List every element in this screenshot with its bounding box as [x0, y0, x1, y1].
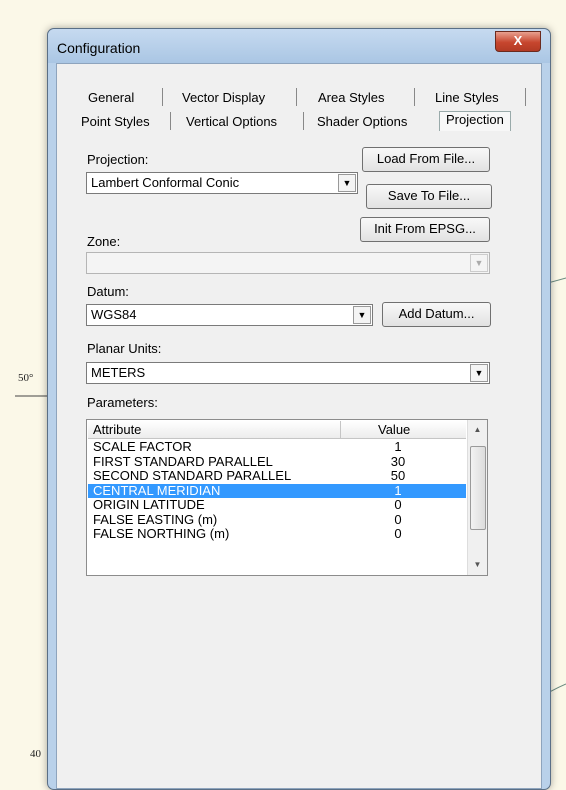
row-value: 50: [390, 468, 406, 483]
add-datum-button[interactable]: Add Datum...: [382, 302, 491, 327]
datum-value: WGS84: [91, 307, 137, 322]
row-attribute: FALSE NORTHING (m): [93, 526, 230, 541]
map-latitude-label-bottom: 40: [30, 748, 41, 760]
tab-area-styles[interactable]: Area Styles: [318, 90, 384, 105]
scroll-thumb[interactable]: [470, 446, 486, 530]
init-from-epsg-button[interactable]: Init From EPSG...: [360, 217, 490, 242]
table-row-selected[interactable]: CENTRAL MERIDIAN 1: [88, 482, 466, 498]
table-rows: SCALE FACTOR 1 FIRST STANDARD PARALLEL 30 …: [88, 440, 466, 542]
table-row[interactable]: SCALE FACTOR 1: [88, 440, 466, 455]
table-row[interactable]: FALSE EASTING (m) 0: [88, 511, 466, 528]
title-bar[interactable]: Configuration X: [48, 29, 550, 63]
tab-shader-options[interactable]: Shader Options: [317, 114, 407, 129]
table-row[interactable]: ORIGIN LATITUDE 0: [88, 498, 466, 513]
scroll-up-icon[interactable]: ▲: [468, 422, 487, 438]
projection-value: Lambert Conformal Conic: [91, 175, 240, 190]
row-value: 0: [394, 526, 402, 541]
parameters-table[interactable]: Attribute Value SCALE FACTOR 1 FIRST STAN…: [86, 419, 488, 576]
row-attribute: CENTRAL MERIDIAN: [93, 482, 221, 498]
close-button[interactable]: X: [495, 31, 541, 52]
map-latitude-label: 50°: [18, 372, 34, 384]
scroll-down-icon[interactable]: ▼: [468, 557, 487, 573]
column-header-attribute[interactable]: Attribute: [93, 422, 141, 437]
row-attribute: ORIGIN LATITUDE: [93, 497, 205, 512]
row-value: 0: [394, 497, 402, 512]
tab-point-styles[interactable]: Point Styles: [81, 114, 150, 129]
row-attribute: SECOND STANDARD PARALLEL: [93, 468, 292, 483]
row-attribute: FALSE EASTING (m): [93, 511, 218, 527]
zone-label: Zone:: [87, 234, 121, 249]
row-value: 30: [390, 453, 406, 469]
tab-vertical-options[interactable]: Vertical Options: [186, 114, 277, 129]
dialog-title: Configuration: [57, 40, 141, 56]
zone-select: ▼: [86, 252, 490, 274]
table-scrollbar[interactable]: ▲ ▼: [467, 420, 487, 575]
row-value: 1: [394, 482, 402, 498]
table-row[interactable]: SECOND STANDARD PARALLEL 50: [88, 469, 466, 484]
projection-label: Projection:: [87, 152, 149, 167]
tab-general[interactable]: General: [88, 90, 134, 105]
parameters-label: Parameters:: [87, 395, 158, 410]
chevron-down-icon[interactable]: ▼: [470, 364, 488, 382]
load-from-file-button[interactable]: Load From File...: [362, 147, 490, 172]
planar-units-select[interactable]: METERS ▼: [86, 362, 490, 384]
column-header-value[interactable]: Value: [378, 422, 410, 437]
row-value: 1: [394, 439, 402, 454]
table-row[interactable]: FIRST STANDARD PARALLEL 30: [88, 453, 466, 470]
tab-vector-display[interactable]: Vector Display: [182, 90, 265, 105]
datum-select[interactable]: WGS84 ▼: [86, 304, 373, 326]
save-to-file-button[interactable]: Save To File...: [366, 184, 492, 209]
planar-units-label: Planar Units:: [87, 341, 162, 356]
datum-label: Datum:: [87, 284, 129, 299]
projection-select[interactable]: Lambert Conformal Conic ▼: [86, 172, 358, 194]
chevron-down-icon[interactable]: ▼: [353, 306, 371, 324]
table-row[interactable]: FALSE NORTHING (m) 0: [88, 527, 466, 542]
planar-units-value: METERS: [91, 365, 146, 380]
row-value: 0: [394, 511, 402, 527]
row-attribute: SCALE FACTOR: [93, 439, 192, 454]
chevron-down-icon: ▼: [470, 254, 488, 272]
tab-projection[interactable]: Projection: [439, 111, 511, 131]
tab-line-styles[interactable]: Line Styles: [435, 90, 499, 105]
chevron-down-icon[interactable]: ▼: [338, 174, 356, 192]
row-attribute: FIRST STANDARD PARALLEL: [93, 453, 273, 469]
configuration-dialog: Configuration X General Vector Display A…: [47, 28, 551, 790]
table-header: Attribute Value: [88, 421, 466, 439]
